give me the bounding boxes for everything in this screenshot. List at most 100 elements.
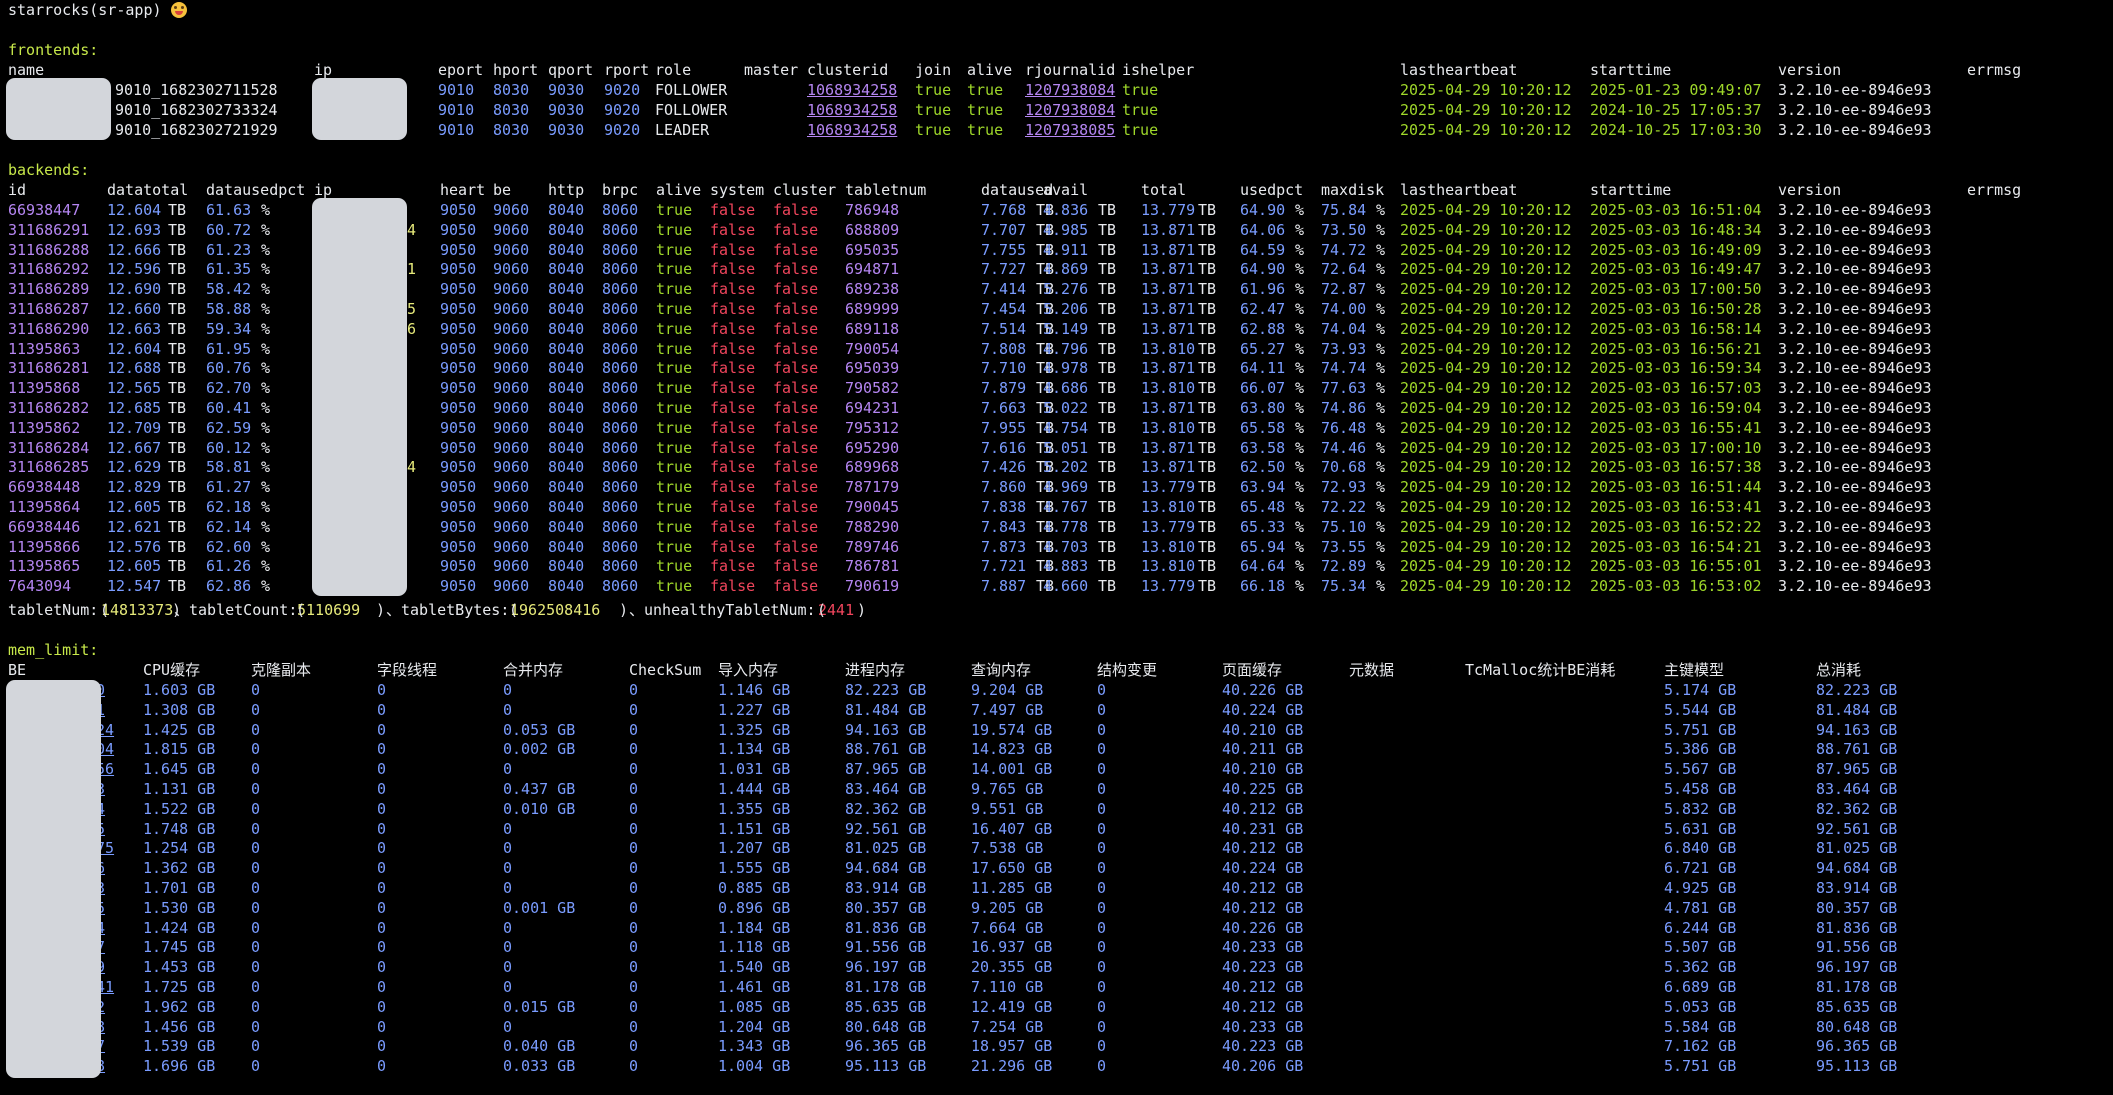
backends-header-maxdisk: maxdisk	[1321, 181, 1385, 199]
backends-datatotal-cell: 12.604	[107, 339, 162, 358]
backends-system-cell: false	[710, 438, 756, 457]
backends-usedpct-cell: 62.88	[1240, 319, 1286, 338]
backends-tabletnum-cell: 689238	[845, 280, 900, 299]
mem-limit-schema-cell: 0	[1097, 938, 1107, 957]
backends-http-cell: 8040	[548, 300, 585, 318]
backends-datausedpct-cell: 62.59	[206, 418, 252, 437]
backends-header-avail: avail	[1043, 181, 1089, 199]
backends-maxdisk-cell: 72.64	[1321, 260, 1367, 279]
unit-percent: %	[1376, 339, 1386, 358]
backends-heart-cell: 9050	[440, 478, 477, 497]
mem-limit-header-4: 合并内存	[503, 661, 564, 679]
mem-limit-checksum-cell: 0	[629, 1017, 639, 1036]
backends-brpc-cell: 8060	[602, 537, 639, 556]
backends-header-cluster: cluster	[773, 181, 837, 199]
unit-percent: %	[1376, 201, 1386, 219]
mem-limit-total-cell: 80.357 GB	[1816, 898, 1898, 917]
unit-tb: TB	[168, 478, 187, 497]
backends-tabletnum-cell: 787179	[845, 478, 900, 497]
backends-header-version: version	[1778, 181, 1842, 199]
backends-avail-cell: 4.836	[1043, 201, 1089, 219]
backends-usedpct-cell: 65.94	[1240, 537, 1286, 556]
mem-limit-page-cell: 40.225 GB	[1222, 780, 1304, 798]
mem-limit-schema-cell: 0	[1097, 1017, 1107, 1036]
mem-limit-merge-cell: 0.040 GB	[503, 1037, 576, 1056]
backends-brpc-cell: 8060	[602, 399, 639, 417]
backends-lastheartbeat-cell: 2025-04-29 10:20:12	[1400, 478, 1572, 497]
backends-http-cell: 8040	[548, 280, 585, 299]
mem-limit-load-cell: 1.031 GB	[718, 760, 791, 779]
mem-limit-checksum-cell: 0	[629, 918, 639, 937]
backends-dataused-cell: 7.707	[981, 220, 1027, 239]
backends-dataused-cell: 7.755	[981, 240, 1027, 259]
backends-starttime-cell: 2025-03-03 16:49:09	[1590, 240, 1762, 259]
backends-http-cell: 8040	[548, 478, 585, 497]
mem-limit-pk-cell: 5.567 GB	[1664, 760, 1737, 779]
mem-limit-schema-cell: 0	[1097, 898, 1107, 917]
backends-starttime-cell: 2025-03-03 16:51:44	[1590, 478, 1762, 497]
unit-tb: TB	[1098, 557, 1117, 576]
backends-header-http: http	[548, 181, 585, 199]
mem-limit-header-7: 进程内存	[845, 661, 906, 679]
unit-percent: %	[261, 517, 271, 536]
backends-lastheartbeat-cell: 2025-04-29 10:20:12	[1400, 339, 1572, 358]
backends-be-cell: 9060	[493, 319, 530, 338]
backends-http-cell: 8040	[548, 557, 585, 576]
unit-tb: TB	[1098, 260, 1117, 279]
frontends-header-master: master	[744, 61, 799, 79]
backends-datausedpct-cell: 61.26	[206, 557, 252, 576]
unit-tb: TB	[1198, 517, 1217, 536]
backends-system-cell: false	[710, 478, 756, 497]
backends-http-cell: 8040	[548, 418, 585, 437]
backends-version-cell: 3.2.10-ee-8946e93	[1778, 319, 1932, 338]
backends-alive-cell: true	[656, 517, 693, 536]
backends-datatotal-cell: 12.604	[107, 201, 162, 219]
backends-system-cell: false	[710, 458, 756, 477]
backends-alive-cell: true	[656, 418, 693, 437]
backends-id-cell: 311686289	[8, 280, 90, 299]
mem-limit-query-cell: 9.204 GB	[971, 681, 1044, 699]
backends-system-cell: false	[710, 300, 756, 318]
backends-version-cell: 3.2.10-ee-8946e93	[1778, 399, 1932, 417]
unit-percent: %	[1376, 537, 1386, 556]
tablet-summary-text: unhealthyTabletNum:	[644, 601, 816, 619]
unit-percent: %	[1376, 577, 1386, 596]
backends-brpc-cell: 8060	[602, 240, 639, 259]
backends-version-cell: 3.2.10-ee-8946e93	[1778, 339, 1932, 358]
unit-tb: TB	[1198, 498, 1217, 516]
mem-limit-query-cell: 12.419 GB	[971, 997, 1053, 1016]
backends-brpc-cell: 8060	[602, 418, 639, 437]
mem-limit-query-cell: 16.937 GB	[971, 938, 1053, 957]
backends-maxdisk-cell: 76.48	[1321, 418, 1367, 437]
frontends-header-starttime: starttime	[1590, 61, 1672, 79]
mem-limit-clone-cell: 0	[251, 978, 261, 996]
backends-id-cell: 311686281	[8, 359, 90, 378]
mem-limit-checksum-cell: 0	[629, 740, 639, 759]
mem-limit-clone-cell: 0	[251, 760, 261, 779]
backends-avail-cell: 4.869	[1043, 260, 1089, 279]
backends-system-cell: false	[710, 577, 756, 596]
backends-dataused-cell: 7.727	[981, 260, 1027, 279]
mem-limit-cpu-cell: 1.645 GB	[143, 760, 216, 779]
tablet-summary-text: tabletNum:	[8, 601, 99, 619]
mem-limit-query-cell: 9.765 GB	[971, 780, 1044, 798]
backends-version-cell: 3.2.10-ee-8946e93	[1778, 537, 1932, 556]
backends-avail-cell: 4.703	[1043, 537, 1089, 556]
backends-datatotal-cell: 12.688	[107, 359, 162, 378]
backends-id-cell: 66938446	[8, 517, 81, 536]
backends-avail-cell: 4.754	[1043, 418, 1089, 437]
frontends-role-cell: FOLLOWER	[655, 100, 728, 119]
backends-be-cell: 9060	[493, 537, 530, 556]
mem-limit-schema-cell: 0	[1097, 918, 1107, 937]
paren: (	[817, 601, 827, 619]
frontends-eport-cell: 9010	[438, 100, 475, 119]
unit-tb: TB	[1198, 458, 1217, 477]
backends-datatotal-cell: 12.666	[107, 240, 162, 259]
backends-maxdisk-cell: 74.46	[1321, 438, 1367, 457]
mem-limit-total-cell: 94.163 GB	[1816, 720, 1898, 739]
backends-usedpct-cell: 64.59	[1240, 240, 1286, 259]
backends-maxdisk-cell: 77.63	[1321, 379, 1367, 398]
backends-be-cell: 9060	[493, 359, 530, 378]
mem-limit-cpu-cell: 1.530 GB	[143, 898, 216, 917]
unit-tb: TB	[1098, 517, 1117, 536]
